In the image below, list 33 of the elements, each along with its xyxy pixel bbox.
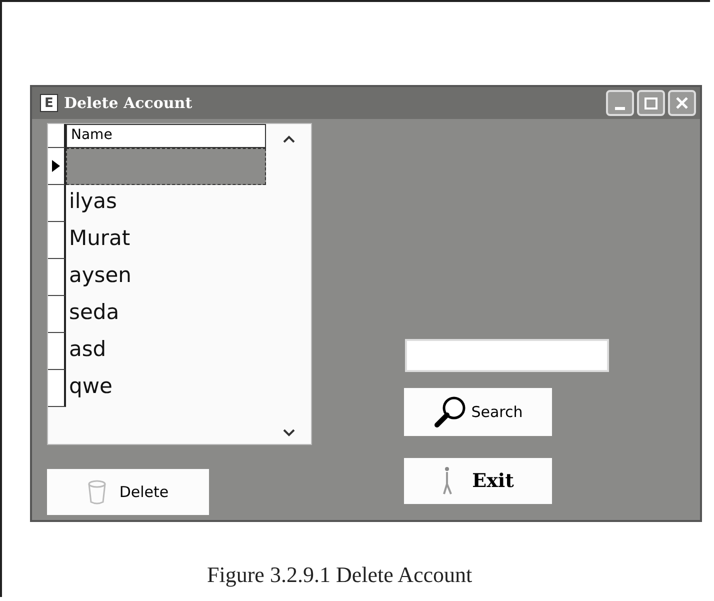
search-button[interactable]: Search — [404, 388, 552, 436]
close-icon — [674, 95, 690, 111]
table-cell[interactable]: ilyas — [66, 185, 266, 222]
minimize-button[interactable] — [606, 90, 634, 116]
scroll-up-icon[interactable] — [282, 134, 296, 144]
search-icon — [433, 395, 468, 429]
row-indicator[interactable] — [48, 370, 66, 407]
bin-icon — [87, 479, 108, 505]
maximize-icon — [643, 95, 659, 111]
exit-button[interactable]: Exit — [404, 458, 552, 504]
table-cell[interactable]: seda — [66, 296, 266, 333]
maximize-button[interactable] — [637, 90, 665, 116]
column-header[interactable]: Name — [66, 124, 266, 148]
minimize-icon — [615, 106, 625, 110]
row-indicator[interactable] — [48, 185, 66, 222]
current-row-icon — [52, 160, 60, 172]
app-icon: E — [40, 94, 58, 112]
row-indicator[interactable] — [48, 333, 66, 370]
table-cell[interactable]: aysen — [66, 259, 266, 296]
table-cell[interactable]: asd — [66, 333, 266, 370]
close-button[interactable] — [668, 90, 696, 116]
row-indicator[interactable] — [48, 222, 66, 259]
scroll-down-icon[interactable] — [282, 428, 296, 438]
table-cell[interactable]: Murat — [66, 222, 266, 259]
figure-caption: Figure 3.2.9.1 Delete Account — [206, 562, 474, 588]
delete-button[interactable]: Delete — [47, 469, 209, 515]
row-indicator[interactable] — [48, 148, 66, 185]
window-title: Delete Account — [64, 94, 194, 112]
table-cell[interactable] — [66, 148, 266, 185]
table-cell[interactable]: qwe — [66, 370, 266, 407]
row-indicator[interactable] — [48, 259, 66, 296]
row-indicator[interactable] — [48, 296, 66, 333]
search-field[interactable] — [405, 339, 609, 372]
